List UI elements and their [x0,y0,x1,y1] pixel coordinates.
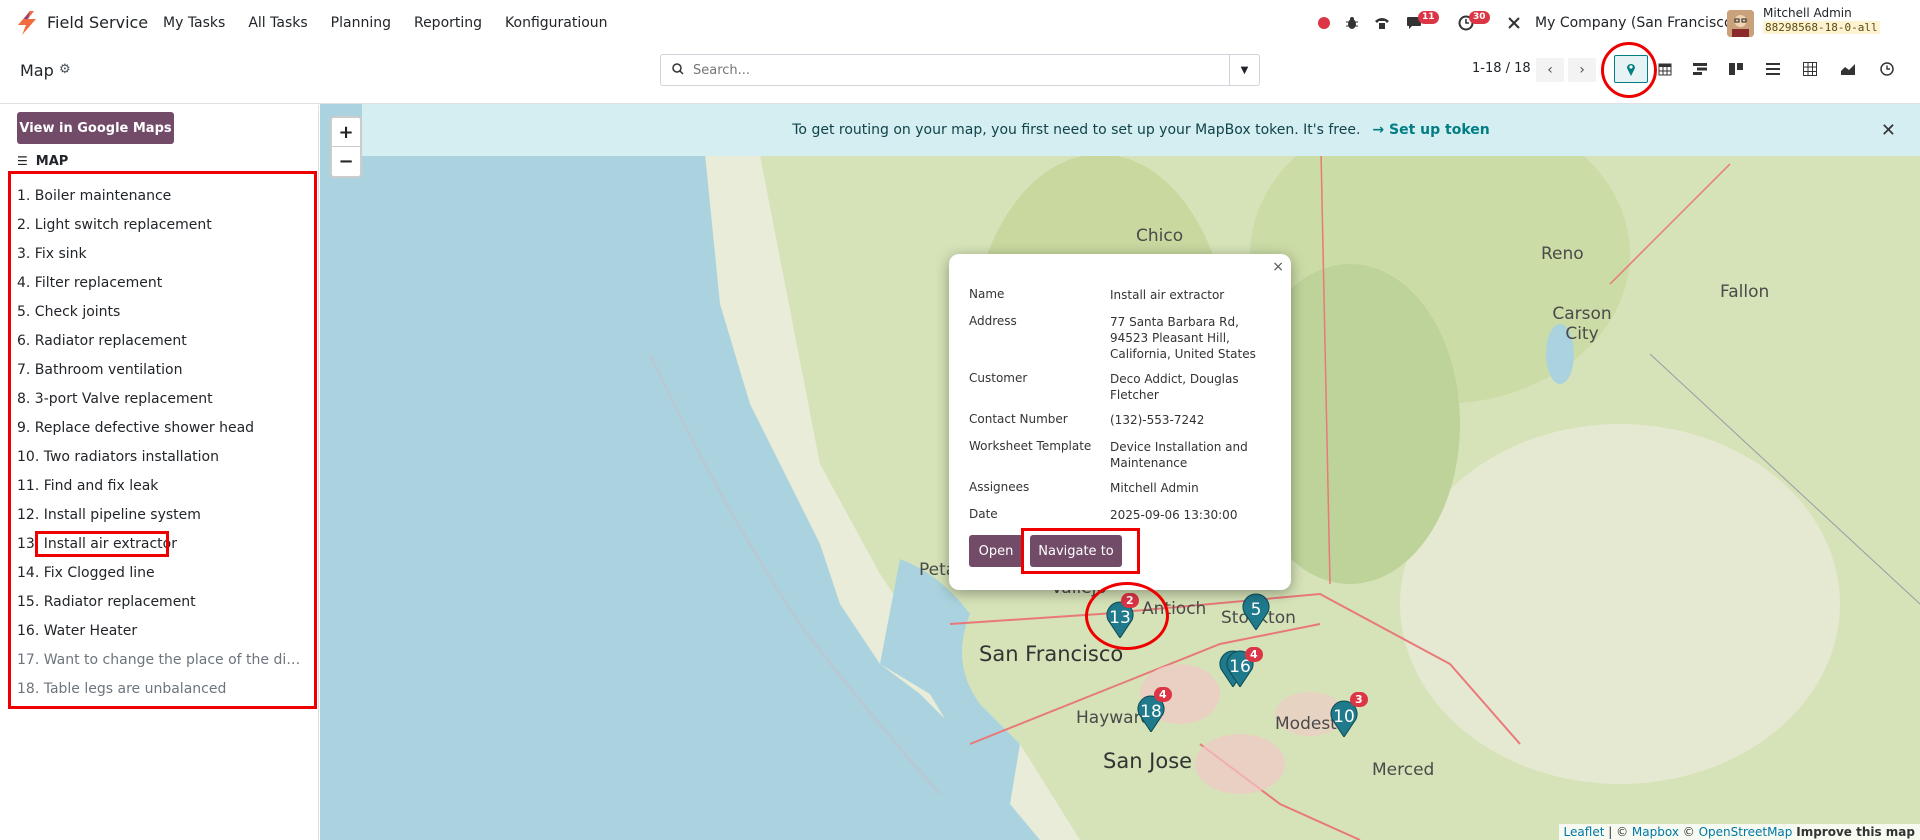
gear-icon[interactable]: ⚙ [59,62,71,77]
popup-value-contact: (132)-553-7242 [1110,413,1205,427]
kanban-view-button[interactable] [1719,55,1753,83]
popup-value-customer: Deco Addict, Douglas Fletcher [1110,372,1239,402]
popup-label-worksheet: Worksheet Template [969,439,1092,453]
graph-view-button[interactable] [1831,55,1865,83]
user-name[interactable]: Mitchell Admin [1763,6,1852,20]
map-label-fallon: Fallon [1720,282,1770,302]
menu-all-tasks[interactable]: All Tasks [248,15,307,31]
database-name: 88298568-18-0-all [1763,21,1880,34]
marker-16-badge: 4 [1245,647,1263,662]
pager-value[interactable]: 1-18 / 18 [1472,61,1531,76]
activities-badge: 30 [1469,11,1490,24]
marker-10-badge: 3 [1350,692,1368,707]
popup-value-assignees: Mitchell Admin [1110,481,1199,495]
highlight-map-view [1601,42,1657,98]
map-label-san-francisco: San Francisco [979,642,1124,666]
app-name[interactable]: Field Service [47,13,148,32]
view-in-google-maps-button[interactable]: View in Google Maps [17,112,174,144]
open-button[interactable]: Open [969,535,1023,567]
leaflet-link[interactable]: Leaflet [1564,825,1605,839]
pager-next-button[interactable]: › [1568,58,1596,82]
map-label-chico: Chico [1136,226,1184,246]
menu-reporting[interactable]: Reporting [414,15,482,31]
popup-label-name: Name [969,287,1005,301]
page-title: Map [20,61,54,80]
activity-view-button[interactable] [1870,55,1904,83]
user-avatar[interactable] [1727,10,1754,37]
close-icon[interactable]: ✕ [1881,120,1896,141]
zoom-in-button[interactable]: + [332,118,360,147]
popup-close-icon[interactable]: × [1272,259,1284,275]
pager-previous-button[interactable]: ‹ [1536,58,1564,82]
highlight-record-list [8,171,317,709]
record-icon[interactable] [1314,13,1334,33]
bug-icon[interactable] [1342,13,1362,33]
map-label-san-jose: San Jose [1103,749,1193,773]
list-icon: ☰ [17,154,28,168]
pivot-view-button[interactable] [1793,55,1827,83]
map-label-reno: Reno [1541,244,1584,264]
phone-icon[interactable] [1372,13,1392,33]
map-marker-5[interactable]: 5 [1241,592,1271,631]
mapbox-token-banner: To get routing on your map, you first ne… [362,104,1920,156]
popup-value-date: 2025-09-06 13:30:00 [1110,508,1238,522]
main-menu: My Tasks All Tasks Planning Reporting Ko… [163,15,631,31]
mapbox-link[interactable]: Mapbox [1632,825,1679,839]
map-label-carson-city: Carson City [1552,304,1612,344]
marker-5-number: 5 [1250,600,1262,620]
popup-label-assignees: Assignees [969,480,1030,494]
highlight-navigate-button [1021,528,1140,574]
tools-icon[interactable] [1504,13,1524,33]
openstreetmap-link[interactable]: OpenStreetMap [1699,825,1793,839]
messages-badge: 11 [1418,11,1439,24]
popup-label-address: Address [969,314,1017,328]
search-input[interactable] [693,60,1213,80]
improve-map-link[interactable]: Improve this map [1796,825,1915,839]
marker-18-number: 18 [1140,702,1162,722]
popup-value-worksheet: Device Installation and Maintenance [1110,440,1248,470]
popup-value-address: 77 Santa Barbara Rd, 94523 Pleasant Hill… [1110,315,1256,361]
menu-planning[interactable]: Planning [331,15,391,31]
map-label-merced: Merced [1372,760,1435,780]
map-list-title: ☰ MAP [17,154,68,169]
menu-my-tasks[interactable]: My Tasks [163,15,225,31]
top-navbar: Field Service My Tasks All Tasks Plannin… [0,0,1920,46]
popup-label-contact: Contact Number [969,412,1068,426]
popup-label-date: Date [969,507,998,521]
zoom-control: + − [330,116,362,178]
set-up-token-link[interactable]: → Set up token [1372,122,1489,138]
zoom-out-button[interactable]: − [332,147,360,176]
banner-text: To get routing on your map, you first ne… [792,122,1361,138]
gantt-view-button[interactable] [1683,55,1717,83]
highlight-marker-13 [1085,582,1169,650]
list-view-button[interactable] [1756,55,1790,83]
menu-configuration[interactable]: Konfiguratioun [505,15,608,31]
popup-value-name: Install air extractor [1110,288,1225,302]
marker-18-badge: 4 [1154,687,1172,702]
marker-10-number: 10 [1333,707,1355,727]
map-attribution: Leaflet | © Mapbox © OpenStreetMap Impro… [1558,824,1920,840]
popup-label-customer: Customer [969,371,1028,385]
search-options-toggle[interactable]: ▼ [1229,55,1259,85]
search-bar: ▼ [660,54,1260,86]
highlight-list-item-13 [35,531,169,557]
search-icon [672,63,684,78]
company-switcher[interactable]: My Company (San Francisco) [1535,15,1738,31]
map-list-title-label: MAP [35,154,69,169]
field-service-logo-icon[interactable] [16,11,38,35]
